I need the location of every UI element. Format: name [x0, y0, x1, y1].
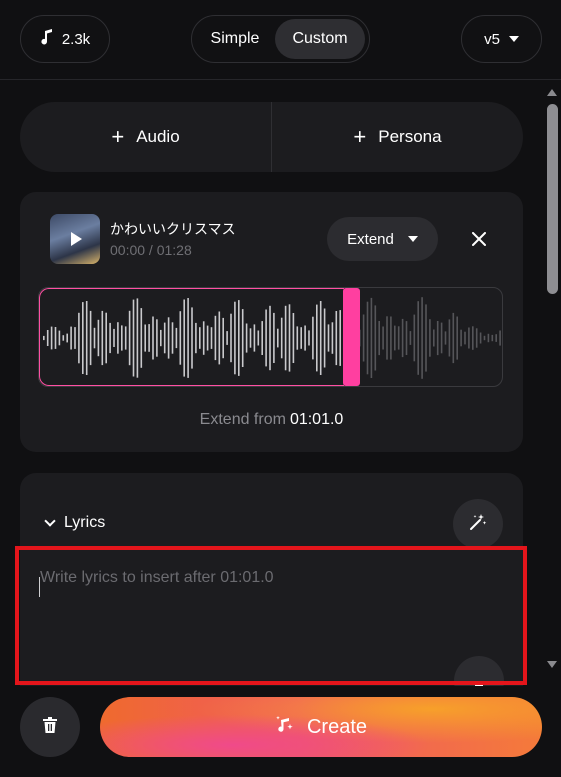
- extend-from-time: 01:01.0: [289, 411, 344, 428]
- plus-icon: +: [111, 124, 125, 149]
- text-cursor: [39, 577, 40, 597]
- waveform-bar: [433, 329, 435, 347]
- waveform-bar: [429, 319, 431, 357]
- clear-button[interactable]: [20, 697, 80, 757]
- waveform-bar: [456, 316, 458, 360]
- extend-from-label: Extend from: [199, 411, 286, 428]
- scroll-up-arrow-icon[interactable]: [547, 89, 557, 96]
- version-selector[interactable]: v5: [461, 15, 542, 63]
- waveform-bar: [394, 325, 396, 351]
- music-note-icon: [40, 29, 54, 49]
- waveform-bar: [464, 331, 466, 345]
- mode-switch: Simple Custom: [191, 15, 370, 63]
- extend-dropdown[interactable]: Extend: [327, 217, 438, 261]
- waveform[interactable]: [38, 287, 503, 387]
- waveform-bar: [413, 314, 416, 362]
- extend-from-text: Extend from 01:01.0: [20, 411, 523, 429]
- bottom-bar: Create: [0, 686, 561, 777]
- add-source-row: + Audio + Persona: [20, 102, 523, 172]
- waveform-bar: [487, 333, 490, 343]
- waveform-bar: [479, 332, 482, 344]
- chevron-down-icon: [44, 515, 56, 527]
- waveform-bar: [475, 328, 478, 348]
- waveform-bar: [472, 326, 474, 350]
- waveform-bar: [386, 316, 388, 360]
- waveform-bar: [448, 319, 451, 357]
- waveform-selection: [39, 288, 344, 386]
- create-button[interactable]: Create: [100, 697, 542, 757]
- waveform-bar: [390, 316, 392, 360]
- generate-lyrics-button[interactable]: [453, 499, 503, 549]
- caret-down-icon: [407, 236, 418, 242]
- waveform-bar: [444, 331, 447, 345]
- add-audio-button[interactable]: + Audio: [20, 102, 271, 172]
- version-label: v5: [484, 30, 500, 48]
- waveform-bar: [460, 329, 462, 347]
- waveform-bar: [401, 318, 404, 358]
- waveform-bar: [440, 322, 443, 354]
- caret-down-icon: [508, 36, 519, 42]
- lyrics-input[interactable]: [40, 569, 500, 679]
- add-persona-button[interactable]: + Persona: [272, 102, 523, 172]
- waveform-bar: [452, 312, 455, 364]
- plus-icon: +: [353, 124, 367, 149]
- trash-icon: [43, 716, 57, 738]
- waveform-bar: [499, 330, 501, 346]
- waveform-bar: [370, 297, 373, 378]
- waveform-bar: [436, 321, 439, 356]
- waveform-bar: [362, 314, 365, 362]
- waveform-bar: [417, 301, 419, 375]
- add-audio-label: Audio: [136, 127, 180, 146]
- waveform-bar: [468, 327, 470, 349]
- waveform-bar: [397, 326, 400, 350]
- create-label: Create: [306, 715, 368, 738]
- lyrics-header: Lyrics: [64, 514, 106, 531]
- waveform-bar: [495, 334, 497, 342]
- credits-count: 2.3k: [61, 30, 91, 48]
- play-icon[interactable]: [71, 232, 82, 246]
- top-bar: 2.3k Simple Custom v5: [0, 0, 561, 80]
- waveform-bar: [374, 305, 377, 371]
- waveform-bar: [378, 321, 380, 356]
- extend-label: Extend: [347, 230, 394, 248]
- lyrics-toggle[interactable]: Lyrics: [44, 514, 106, 532]
- scroll-down-arrow-icon[interactable]: [547, 661, 557, 668]
- waveform-bar: [405, 321, 408, 355]
- scrollbar-thumb[interactable]: [547, 104, 558, 294]
- extend-point-handle[interactable]: [343, 288, 360, 386]
- waveform-bar: [491, 334, 494, 342]
- track-title: かわいいクリスマス: [110, 222, 236, 238]
- waveform-bar: [366, 301, 369, 375]
- track-time: 00:00 / 01:28: [110, 242, 192, 258]
- waveform-bar: [483, 335, 486, 341]
- waveform-bar: [382, 326, 384, 350]
- sparkle-music-icon: [275, 714, 295, 740]
- close-icon[interactable]: [466, 226, 492, 252]
- waveform-bar: [425, 304, 427, 372]
- credits-button[interactable]: 2.3k: [20, 15, 110, 63]
- track-thumbnail[interactable]: [50, 214, 100, 264]
- waveform-bar: [421, 297, 423, 379]
- mode-custom-tab[interactable]: Custom: [275, 19, 365, 59]
- mode-simple-tab[interactable]: Simple: [196, 19, 274, 59]
- waveform-bar: [409, 331, 412, 345]
- track-card: かわいいクリスマス 00:00 / 01:28 Extend Extend fr…: [20, 192, 523, 452]
- magic-wand-icon: [469, 513, 487, 536]
- lyrics-card: Lyrics: [20, 473, 523, 706]
- add-persona-label: Persona: [378, 127, 442, 146]
